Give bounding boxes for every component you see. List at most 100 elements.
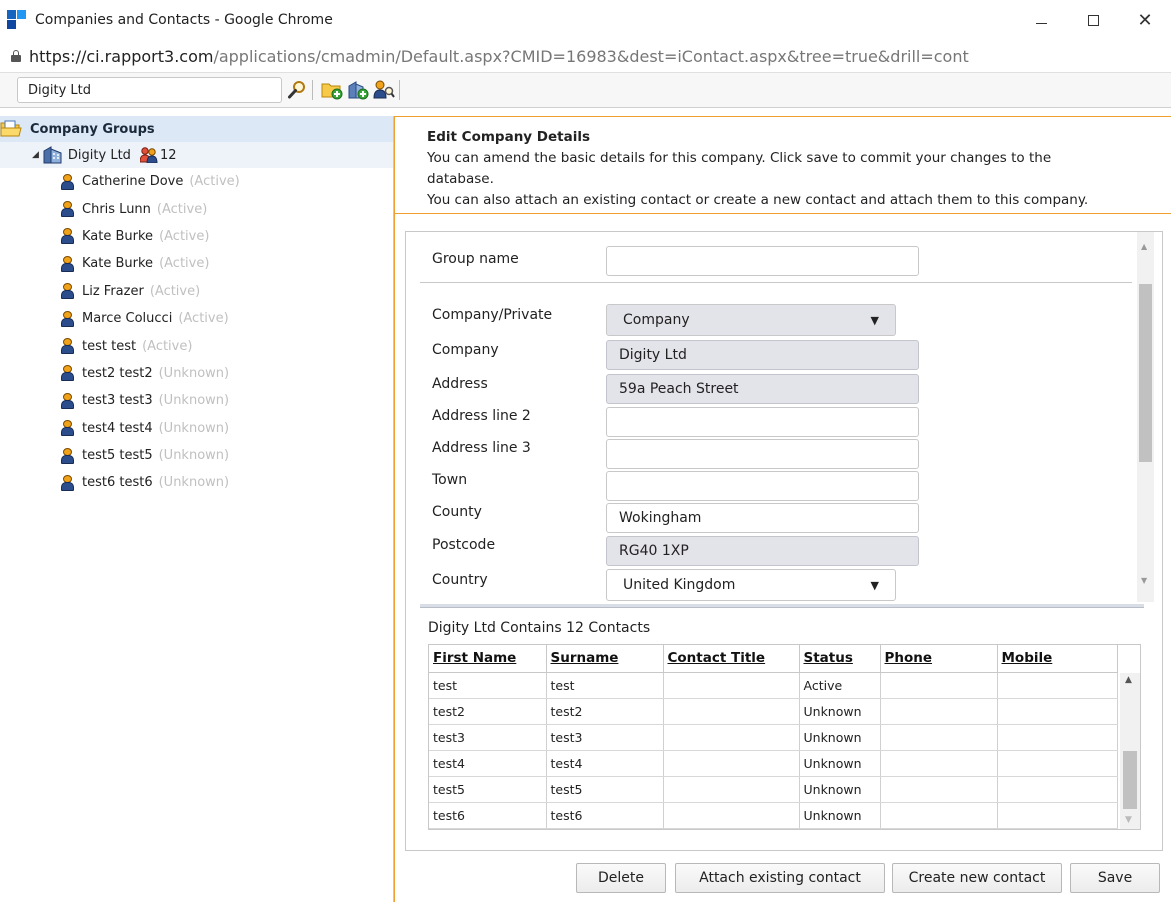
address-bar[interactable]: https://ci.rapport3.com/applications/cma… — [0, 40, 1171, 72]
county-input[interactable] — [606, 503, 919, 533]
grid-cell — [663, 724, 800, 751]
tree-contact-item[interactable]: test5 test5 (Unknown) — [0, 442, 393, 469]
grid-column-header[interactable]: First Name — [429, 645, 547, 673]
postcode-label: Postcode — [432, 537, 496, 553]
table-row[interactable]: test5 test5 Unknown — [429, 776, 1118, 803]
table-row[interactable]: test6 test6 Unknown — [429, 802, 1118, 829]
grid-cell — [880, 802, 998, 829]
contacts-grid: First Name Surname Contact Title Status Phon… — [428, 644, 1141, 830]
scroll-down-icon[interactable]: ▼ — [1125, 815, 1132, 825]
scroll-up-icon[interactable]: ▲ — [1141, 242, 1147, 251]
grid-column-header[interactable]: Surname — [546, 645, 664, 673]
maximize-button[interactable] — [1067, 0, 1119, 40]
grid-cell — [880, 724, 998, 751]
tree-contact-item[interactable]: Catherine Dove (Active) — [0, 168, 393, 195]
company-building-icon — [43, 146, 62, 164]
tree-root-company-groups[interactable]: Company Groups — [0, 116, 393, 142]
grid-header-row: First Name Surname Contact Title Status Phon… — [429, 645, 1118, 673]
search-button[interactable] — [286, 79, 308, 101]
address-line-3-input[interactable] — [606, 439, 919, 469]
grid-column-header[interactable]: Mobile — [997, 645, 1118, 673]
form-scrollbar-thumb[interactable] — [1139, 284, 1152, 462]
table-row[interactable]: test test Active — [429, 672, 1118, 699]
company-input[interactable] — [606, 340, 919, 370]
tree-contact-status: (Active) — [159, 256, 210, 272]
add-company-button[interactable] — [347, 79, 369, 101]
tree-contact-item[interactable]: Marce Colucci (Active) — [0, 305, 393, 332]
table-row[interactable]: test2 test2 Unknown — [429, 698, 1118, 725]
company-private-value: Company — [623, 312, 690, 328]
tree-contact-item[interactable]: Kate Burke (Active) — [0, 223, 393, 250]
close-button[interactable]: ✕ — [1119, 0, 1171, 40]
grid-column-header[interactable]: Phone — [880, 645, 998, 673]
company-form: Group name Company/Private Company ▼ Com… — [406, 232, 1138, 602]
contacts-caption: Digity Ltd Contains 12 Contacts — [428, 620, 651, 636]
tree-contact-item[interactable]: test6 test6 (Unknown) — [0, 469, 393, 496]
minimize-icon — [1035, 22, 1047, 24]
grid-cell: test — [429, 672, 547, 699]
add-company-icon — [348, 81, 369, 100]
save-button[interactable]: Save — [1070, 863, 1160, 893]
form-scrollbar[interactable]: ▲ ▼ — [1137, 232, 1154, 602]
dropdown-arrow-icon: ▼ — [870, 578, 879, 592]
tree-contact-item[interactable]: test3 test3 (Unknown) — [0, 387, 393, 414]
find-contact-button[interactable] — [373, 79, 395, 101]
person-icon — [61, 420, 74, 437]
window-controls: ✕ — [1015, 0, 1171, 40]
tree-contact-item[interactable]: test test (Active) — [0, 332, 393, 359]
tree-contact-item[interactable]: test4 test4 (Unknown) — [0, 415, 393, 442]
address-input[interactable] — [606, 374, 919, 404]
company-private-select[interactable]: Company ▼ — [606, 304, 896, 336]
tree-contact-item[interactable]: Liz Frazer (Active) — [0, 278, 393, 305]
grid-cell: Unknown — [799, 802, 881, 829]
grid-scrollbar[interactable]: ▲ ▼ — [1120, 673, 1140, 829]
tree-contact-status: (Active) — [189, 174, 240, 190]
address-line-2-label: Address line 2 — [432, 408, 531, 424]
close-icon: ✕ — [1137, 9, 1153, 31]
url-text[interactable]: https://ci.rapport3.com/applications/cma… — [29, 47, 969, 66]
collapse-arrow-icon[interactable]: ◢ — [32, 150, 39, 160]
grid-cell — [880, 698, 998, 725]
grid-cell: test6 — [546, 802, 664, 829]
table-row[interactable]: test3 test3 Unknown — [429, 724, 1118, 751]
url-host: https://ci.rapport3.com — [29, 46, 214, 66]
tree-contact-item[interactable]: Chris Lunn (Active) — [0, 195, 393, 222]
person-icon — [61, 392, 74, 409]
create-new-contact-button[interactable]: Create new contact — [892, 863, 1062, 893]
grid-column-header[interactable]: Status — [799, 645, 881, 673]
window-titlebar: Companies and Contacts - Google Chrome ✕ — [0, 0, 1171, 40]
group-name-input[interactable] — [606, 246, 919, 276]
town-input[interactable] — [606, 471, 919, 501]
app-logo-icon — [7, 10, 27, 30]
minimize-button[interactable] — [1015, 0, 1067, 40]
attach-existing-contact-button[interactable]: Attach existing contact — [675, 863, 885, 893]
maximize-icon — [1087, 14, 1099, 26]
address-line-2-input[interactable] — [606, 407, 919, 437]
scroll-down-icon[interactable]: ▼ — [1141, 576, 1147, 585]
grid-column-header[interactable]: Contact Title — [663, 645, 800, 673]
grid-cell — [880, 776, 998, 803]
grid-cell: Unknown — [799, 776, 881, 803]
postcode-input[interactable] — [606, 536, 919, 566]
tree-contact-item[interactable]: test2 test2 (Unknown) — [0, 360, 393, 387]
company-search-input[interactable] — [17, 77, 282, 103]
country-select[interactable]: United Kingdom ▼ — [606, 569, 896, 601]
tree-company-node[interactable]: ◢ Digity Ltd 12 — [0, 142, 393, 168]
tree-contact-item[interactable]: Kate Burke (Active) — [0, 250, 393, 277]
delete-button[interactable]: Delete — [576, 863, 666, 893]
tree-contact-name: Liz Frazer — [82, 283, 144, 299]
scroll-up-icon[interactable]: ▲ — [1125, 675, 1132, 685]
panel-splitter[interactable] — [420, 604, 1144, 608]
company-tree: Company Groups ◢ Digity Ltd 12 Catherine… — [0, 116, 394, 902]
county-label: County — [432, 504, 482, 520]
tree-contact-name: test test — [82, 338, 137, 354]
add-group-button[interactable] — [321, 79, 343, 101]
tree-contact-name: Marce Colucci — [82, 311, 173, 327]
grid-cell — [880, 750, 998, 777]
grid-cell — [663, 672, 800, 699]
grid-cell: test4 — [546, 750, 664, 777]
table-row[interactable]: test4 test4 Unknown — [429, 750, 1118, 777]
grid-scrollbar-thumb[interactable] — [1123, 751, 1137, 809]
person-icon — [61, 338, 74, 355]
grid-cell: test6 — [429, 802, 547, 829]
